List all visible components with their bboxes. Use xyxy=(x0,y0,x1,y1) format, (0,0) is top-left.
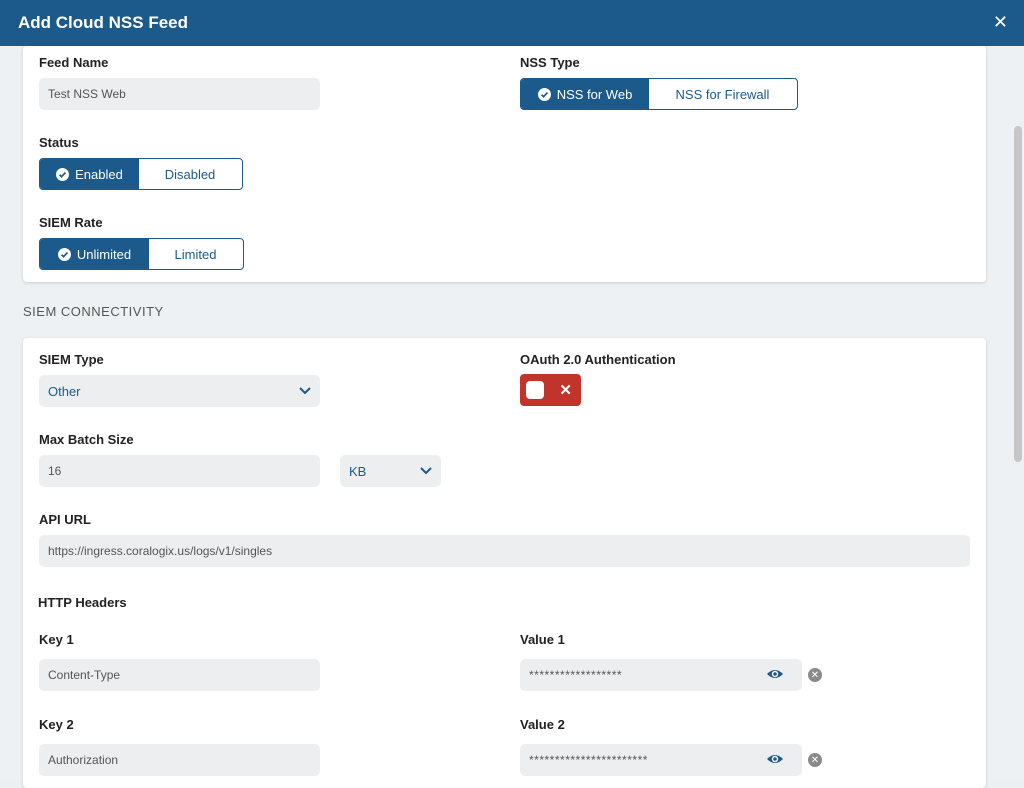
chevron-down-icon xyxy=(299,387,311,395)
key-1-label: Key 1 xyxy=(39,632,74,647)
api-url-input[interactable]: https://ingress.coralogix.us/logs/v1/sin… xyxy=(39,535,970,567)
siem-rate-limited-label: Limited xyxy=(174,246,217,262)
siem-rate-label: SIEM Rate xyxy=(39,215,103,230)
status-toggle: Enabled Disabled xyxy=(39,158,243,190)
value-1-input[interactable]: ****************** xyxy=(520,659,802,691)
eye-icon[interactable] xyxy=(766,667,784,681)
status-disabled-label: Disabled xyxy=(164,166,216,182)
value-1-label: Value 1 xyxy=(520,632,565,647)
nss-type-toggle: NSS for Web NSS for Firewall xyxy=(520,78,798,110)
siem-rate-unlimited-option[interactable]: Unlimited xyxy=(40,239,149,269)
siem-rate-limited-option[interactable]: Limited xyxy=(149,239,242,269)
check-circle-icon xyxy=(537,87,551,101)
max-batch-value: 16 xyxy=(48,464,62,478)
scrollbar-thumb[interactable] xyxy=(1014,126,1022,462)
check-circle-icon xyxy=(57,247,71,261)
key-2-value: Authorization xyxy=(48,753,119,767)
key-1-value: Content-Type xyxy=(48,668,121,682)
max-batch-unit-select[interactable]: KB xyxy=(340,455,441,487)
oauth-toggle[interactable]: ✕ xyxy=(520,374,581,406)
key-2-label: Key 2 xyxy=(39,717,74,732)
dialog-header: Add Cloud NSS Feed ✕ xyxy=(0,0,1024,46)
close-icon[interactable]: ✕ xyxy=(993,12,1008,33)
siem-rate-unlimited-label: Unlimited xyxy=(76,246,132,262)
key-2-input[interactable]: Authorization xyxy=(39,744,320,776)
nss-for-firewall-option[interactable]: NSS for Firewall xyxy=(649,79,796,109)
siem-type-select[interactable]: Other xyxy=(39,375,320,407)
status-enabled-label: Enabled xyxy=(75,166,123,182)
http-headers-label: HTTP Headers xyxy=(38,595,127,610)
toggle-knob xyxy=(526,381,544,399)
nss-for-web-label: NSS for Web xyxy=(556,86,633,102)
value-2-input[interactable]: *********************** xyxy=(520,744,802,776)
oauth-label: OAuth 2.0 Authentication xyxy=(520,352,676,367)
status-label: Status xyxy=(39,135,79,150)
eye-icon[interactable] xyxy=(766,752,784,766)
chevron-down-icon xyxy=(420,467,432,475)
max-batch-unit-value: KB xyxy=(349,463,367,479)
check-circle-icon xyxy=(56,167,70,181)
clear-icon[interactable]: ✕ xyxy=(808,668,822,682)
nss-type-label: NSS Type xyxy=(520,55,580,70)
value-1-masked: ****************** xyxy=(529,668,623,682)
section-title: SIEM CONNECTIVITY xyxy=(23,304,164,319)
key-1-input[interactable]: Content-Type xyxy=(39,659,320,691)
feed-name-label: Feed Name xyxy=(39,55,109,70)
feed-name-input[interactable]: Test NSS Web xyxy=(39,78,320,110)
x-icon: ✕ xyxy=(559,382,572,399)
clear-icon[interactable]: ✕ xyxy=(808,753,822,767)
status-enabled-option[interactable]: Enabled xyxy=(40,159,139,189)
value-2-masked: *********************** xyxy=(529,753,648,767)
dialog-title: Add Cloud NSS Feed xyxy=(18,13,188,32)
siem-type-label: SIEM Type xyxy=(39,352,104,367)
max-batch-label: Max Batch Size xyxy=(39,432,134,447)
feed-name-value: Test NSS Web xyxy=(48,87,126,101)
value-2-label: Value 2 xyxy=(520,717,565,732)
api-url-value: https://ingress.coralogix.us/logs/v1/sin… xyxy=(48,544,273,558)
status-disabled-option[interactable]: Disabled xyxy=(139,159,241,189)
siem-rate-toggle: Unlimited Limited xyxy=(39,238,244,270)
siem-type-value: Other xyxy=(48,383,81,399)
nss-for-firewall-label: NSS for Firewall xyxy=(675,86,770,102)
nss-for-web-option[interactable]: NSS for Web xyxy=(521,79,649,109)
max-batch-input[interactable]: 16 xyxy=(39,455,320,487)
api-url-label: API URL xyxy=(39,512,91,527)
